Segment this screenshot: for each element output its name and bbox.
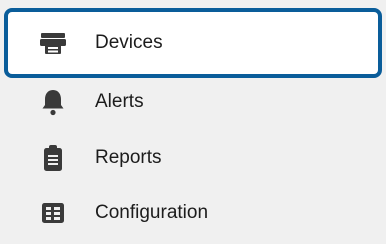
nav-item-alerts[interactable]: Alerts	[4, 78, 382, 126]
nav-item-configuration[interactable]: Configuration	[4, 189, 382, 237]
nav-item-label: Devices	[95, 32, 163, 53]
nav-item-label: Configuration	[95, 202, 209, 223]
navigation-pane: Devices Alerts Reports Configuration	[0, 0, 386, 244]
nav-item-reports[interactable]: Reports	[4, 134, 382, 182]
nav-item-label: Alerts	[95, 91, 144, 112]
grid-icon	[38, 198, 68, 228]
nav-item-devices[interactable]: Devices	[4, 8, 382, 78]
clipboard-icon	[38, 143, 68, 173]
nav-item-label: Reports	[95, 147, 162, 168]
devices-icon	[38, 28, 68, 58]
bell-icon	[38, 87, 68, 117]
